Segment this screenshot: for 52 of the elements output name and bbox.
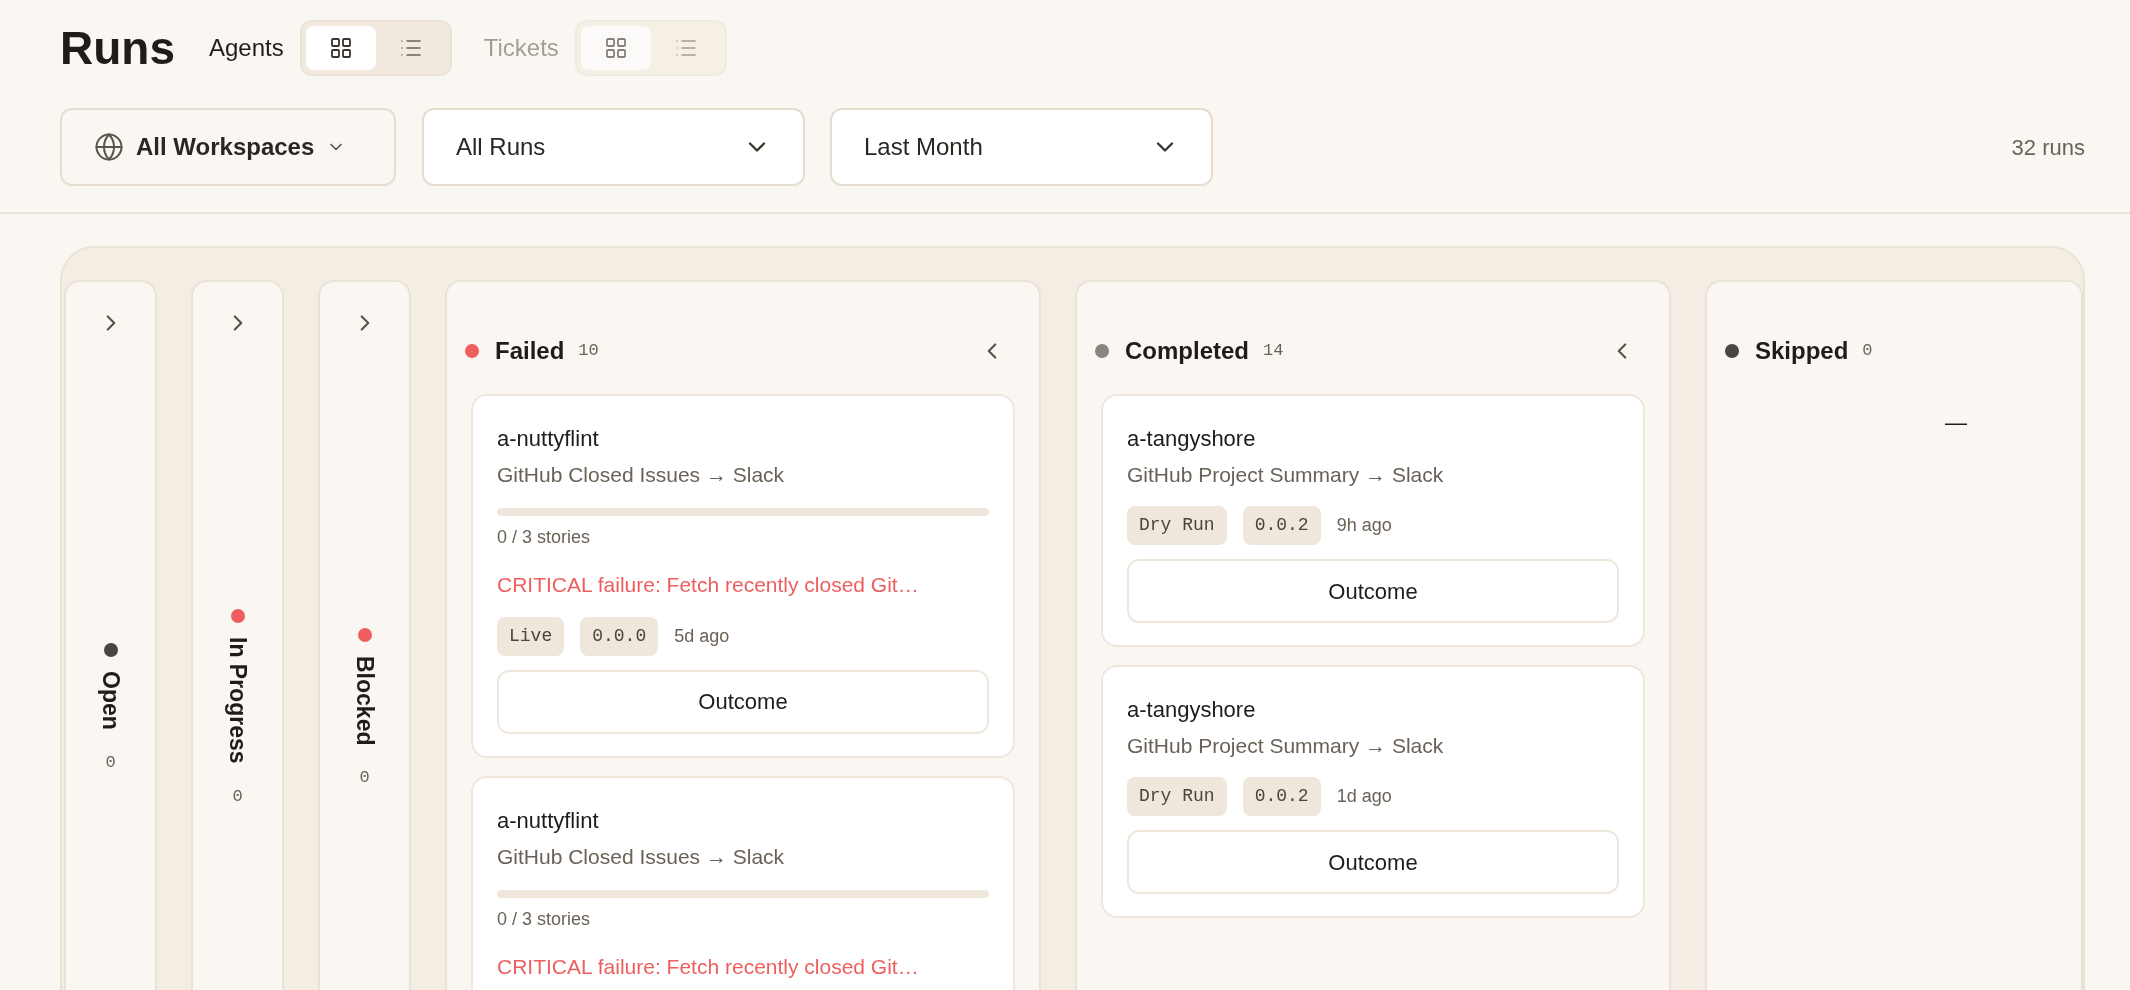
view-group-label: Tickets [483,33,559,63]
grid-icon [328,36,353,60]
column-count: 0 [105,751,116,774]
tag: 0.0.2 [1242,777,1321,816]
tag: Live [497,616,565,656]
workspace-filter[interactable]: All Workspaces [60,108,396,186]
run-card[interactable]: a-nuttyflint GitHub Closed Issues → Slack 0 / 3 stories CRITICAL failure: Fetch recently closed Git… Live 0.0.0 5d ago Outcome [471,394,1015,758]
stories-count: 0 / 3 stories [497,526,592,549]
run-card[interactable]: a-tangyshore GitHub Project Summary → Slack Dry Run 0.0.2 9h ago Outcome [1101,394,1645,647]
column-count: 0 [232,785,243,808]
column-title: Blocked [350,655,379,745]
tag: Dry Run [1127,777,1227,816]
column-count: 14 [1263,340,1284,363]
filter-dropdown[interactable]: Last Month [830,108,1213,186]
outcome-button[interactable]: Outcome [1127,559,1619,623]
tag: 0.0.2 [1242,506,1321,545]
tag: 0.0.0 [580,616,659,656]
tag: Dry Run [1127,506,1227,545]
column-title: In Progress [223,636,252,764]
agent-name: a-nuttyflint [497,806,600,835]
column-title: Skipped [1755,336,1849,366]
run-count: 32 runs [2011,133,2085,162]
error-message: CRITICAL failure: Fetch recently closed Git… [497,572,920,598]
agent-name: a-tangyshore [1127,425,1257,453]
time-ago: 9h ago [1336,514,1392,537]
workflow-name: GitHub Closed Issues → Slack [497,462,786,488]
agent-name: a-nuttyflint [497,425,600,453]
error-message: CRITICAL failure: Fetch recently closed Git… [497,953,920,980]
outcome-button[interactable]: Outcome [1127,830,1619,894]
outcome-button[interactable]: Outcome [497,669,989,734]
stories-count: 0 / 3 stories [497,907,592,931]
column-title: Open [96,670,125,730]
run-card[interactable]: a-tangyshore GitHub Project Summary → Slack Dry Run 0.0.2 1d ago Outcome [1101,665,1645,918]
column-title: Completed [1125,336,1249,366]
view-group-label: Agents [209,33,284,63]
workflow-name: GitHub Project Summary → Slack [1127,462,1445,488]
run-card[interactable]: a-nuttyflint GitHub Closed Issues → Slack 0 / 3 stories CRITICAL failure: Fetch recently closed Git… [471,775,1015,990]
view-option[interactable] [305,26,376,70]
globe-icon [94,132,124,162]
column-title: Failed [495,336,565,366]
workflow-name: GitHub Project Summary → Slack [1127,733,1445,759]
column-count: 0 [359,767,370,789]
column-count: 0 [1862,340,1873,363]
workflow-name: GitHub Closed Issues → Slack [497,843,786,870]
column-count: 10 [578,340,599,363]
time-ago: 5d ago [674,624,730,648]
empty-indicator: — [1945,409,1967,437]
agent-name: a-tangyshore [1127,696,1257,724]
time-ago: 1d ago [1336,785,1392,808]
page-title: Runs [60,20,175,76]
grid-icon [603,36,628,60]
filter-dropdown[interactable]: All Runs [422,108,805,186]
